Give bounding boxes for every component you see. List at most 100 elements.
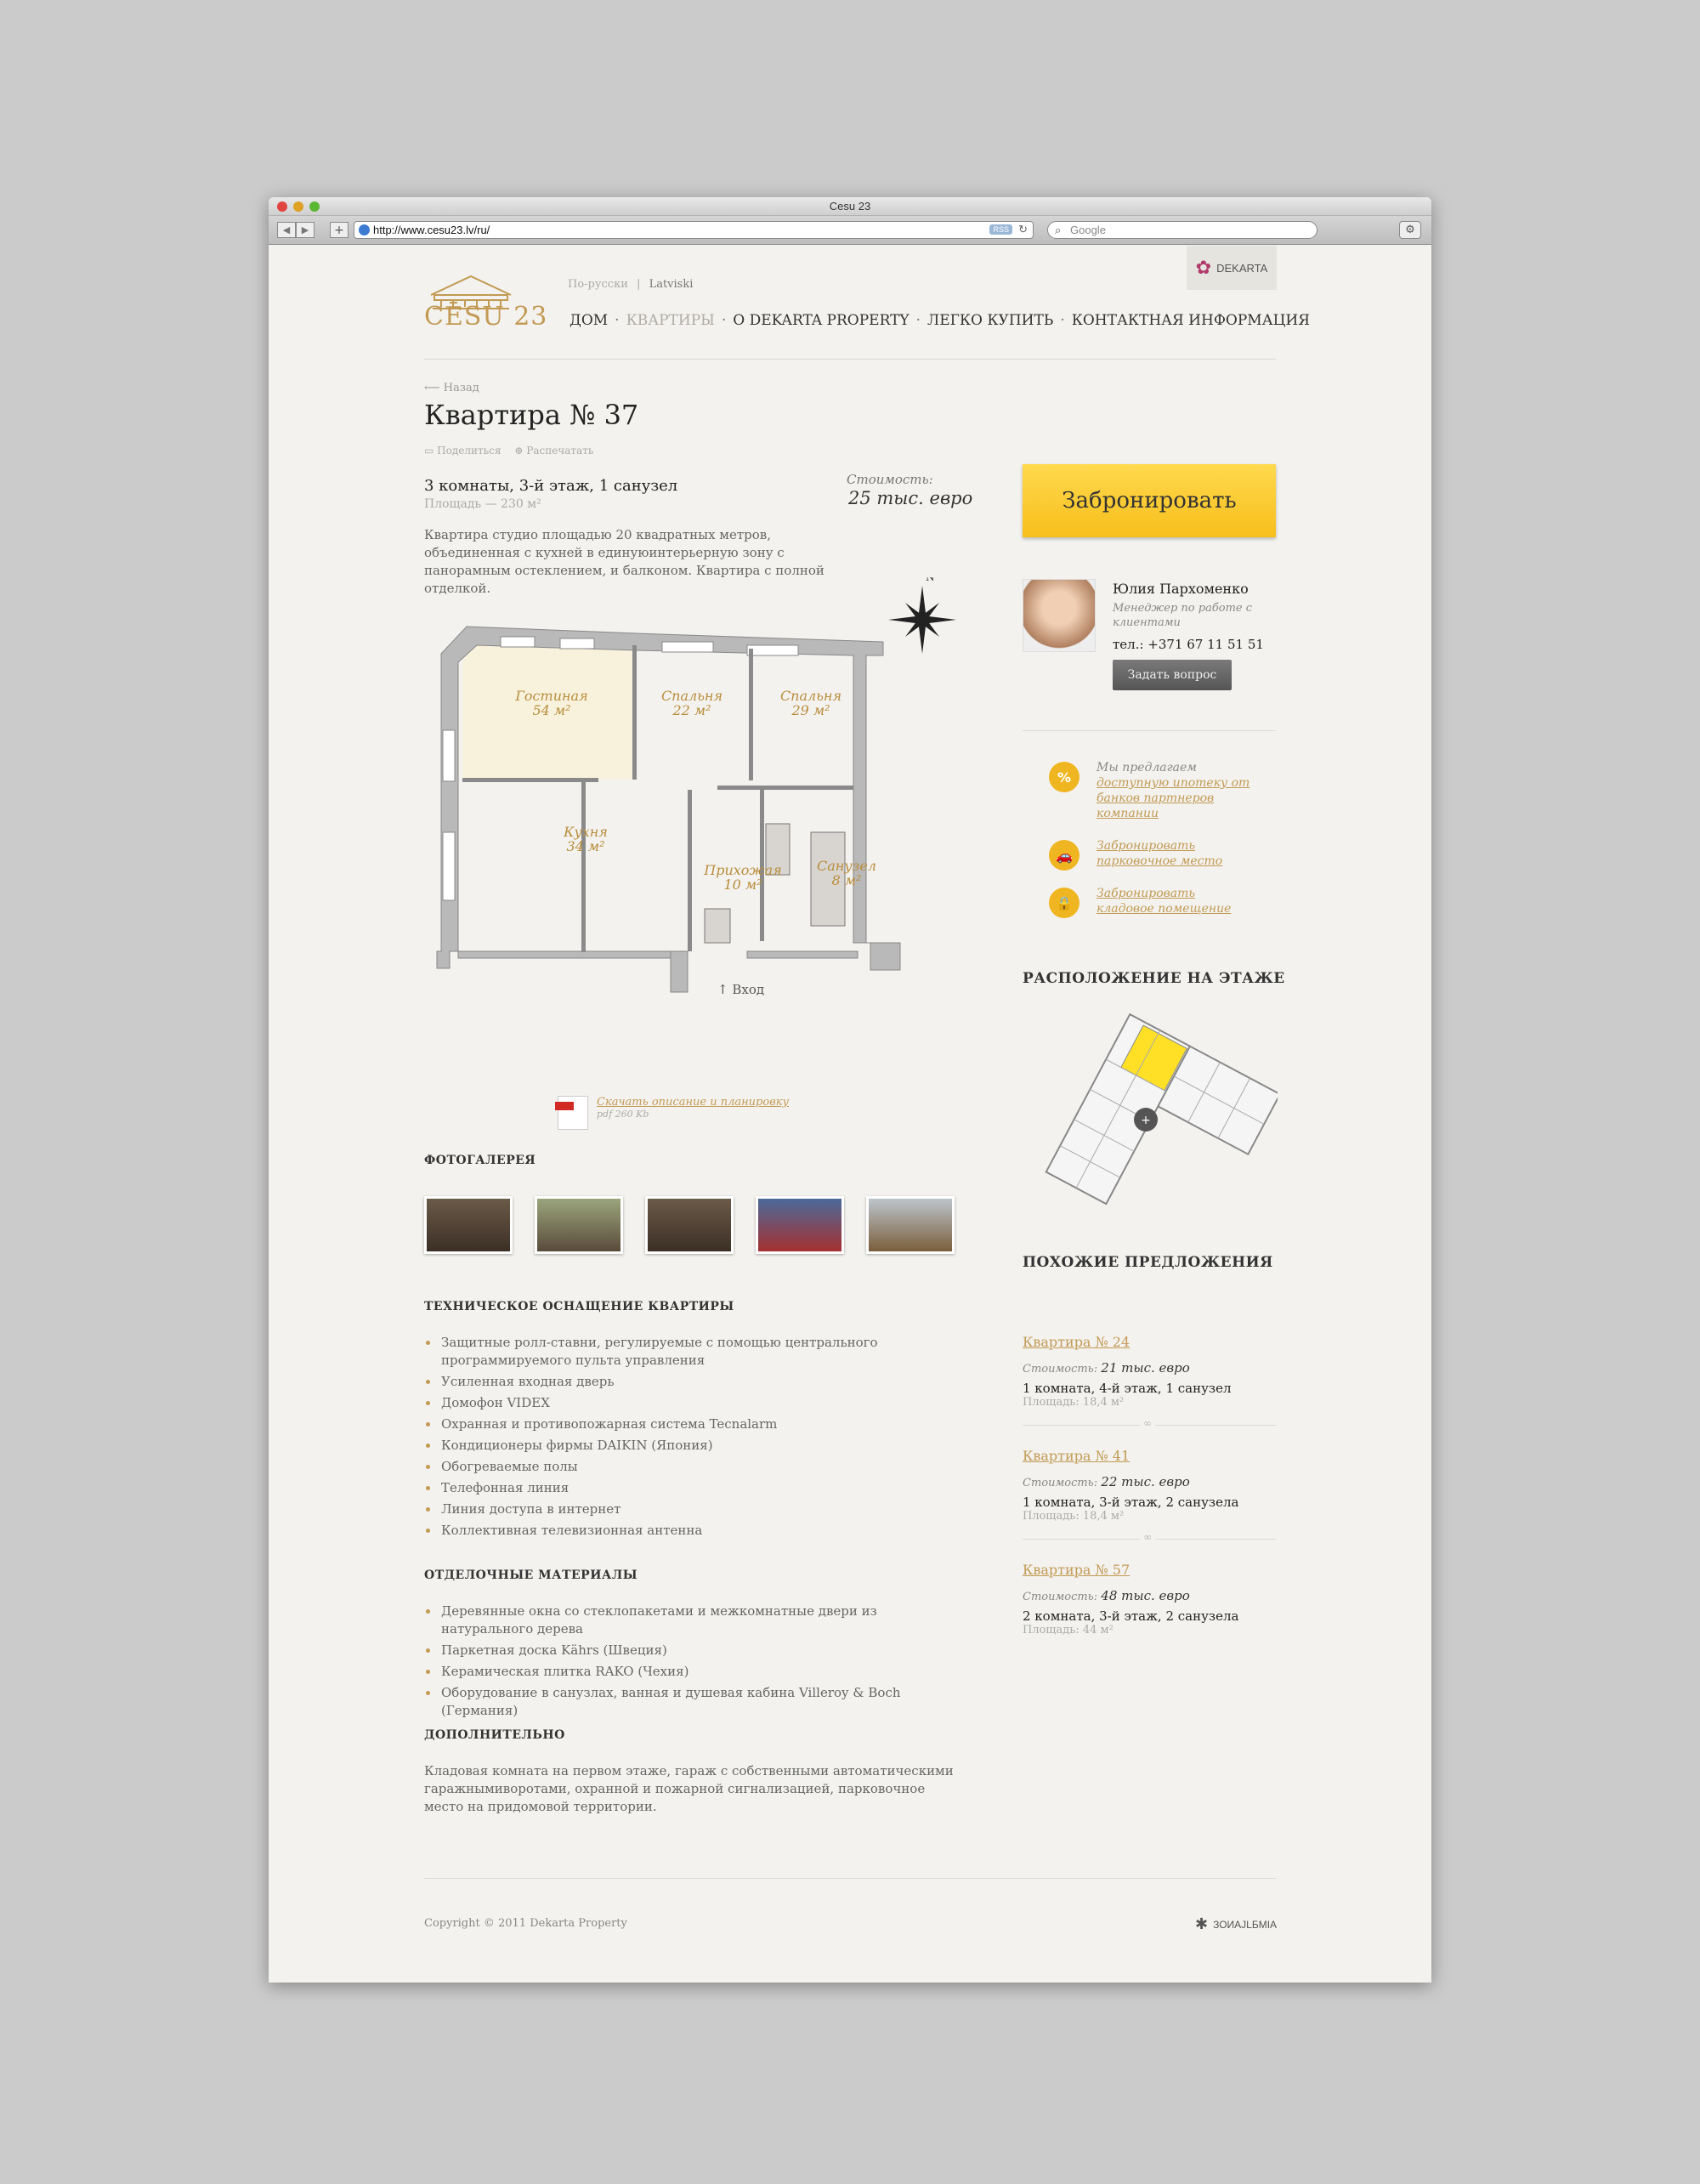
rss-icon[interactable]: RSS: [989, 224, 1012, 235]
developer-credit[interactable]: ✱ ЗОИАJLБМIA: [1195, 1915, 1277, 1933]
similar-item-price: Стоимость: 21 тыс. евро: [1023, 1360, 1190, 1376]
extra-text: Кладовая комната на первом этаже, гараж …: [424, 1763, 954, 1814]
similar-item-area: Площадь: 18,4 м²: [1023, 1396, 1125, 1409]
floor-plan: N Гостиная 54 м² Спальня 22 м² Спальня 2…: [436, 577, 956, 997]
partner-name: DEKARTA: [1216, 261, 1268, 275]
developer-name: ЗОИАJLБМIA: [1213, 1918, 1278, 1931]
gallery-thumb[interactable]: [756, 1196, 844, 1254]
offer-parking: 🚗 Забронировать парковочное место: [1049, 838, 1253, 871]
list-item: Усиленная входная дверь: [424, 1373, 968, 1391]
equipment-title: ТЕХНИЧЕСКОЕ ОСНАЩЕНИЕ КВАРТИРЫ: [424, 1300, 734, 1313]
similar-item-link[interactable]: Квартира № 57: [1023, 1562, 1276, 1578]
price-value: 25 тыс. евро: [848, 488, 973, 508]
forward-arrow-icon[interactable]: ▶: [296, 222, 314, 238]
asterisk-icon: ✱: [1195, 1915, 1209, 1932]
browser-titlebar: Cesu 23: [269, 197, 1431, 216]
list-item: Охранная и противопожарная система Tecna…: [424, 1415, 968, 1433]
list-item: Домофон VIDEX: [424, 1394, 968, 1412]
compass-label: N: [926, 577, 935, 583]
offer-mortgage: % Мы предлагаем доступную ипотеку от бан…: [1049, 760, 1253, 821]
gallery-thumb[interactable]: [535, 1196, 623, 1254]
nav-item-home[interactable]: ДОМ: [570, 312, 608, 329]
nav-item-contacts[interactable]: КОНТАКТНАЯ ИНФОРМАЦИЯ: [1072, 312, 1310, 329]
apartment-specs: 3 комнаты, 3-й этаж, 1 санузел: [424, 477, 678, 495]
pdf-download[interactable]: Скачать описание и планировку pdf 260 Kb: [555, 1096, 789, 1130]
browser-toolbar: ◀ ▶ + http://www.cesu23.lv/ru/ RSS ↻ ⌕ G…: [269, 216, 1431, 245]
nav-item-about[interactable]: О DEKARTA PROPERTY: [733, 312, 909, 329]
avatar: [1023, 579, 1096, 652]
room-bedroom2-size: 29 м²: [790, 702, 830, 718]
back-link[interactable]: ⟵ Назад: [424, 382, 479, 394]
share-link[interactable]: ▭ Поделиться: [424, 445, 501, 457]
room-kitchen-size: 34 м²: [566, 838, 604, 854]
similar-item-area: Площадь: 44 м²: [1023, 1624, 1114, 1637]
flower-icon: ✿: [1195, 257, 1212, 278]
svg-text:+: +: [1141, 1114, 1151, 1127]
pdf-icon: [555, 1096, 588, 1130]
copyright: Copyright © 2011 Dekarta Property: [424, 1917, 627, 1930]
partner-badge[interactable]: ✿ DEKARTA: [1187, 246, 1277, 290]
page-tools: ▭ Поделиться ⊕ Распечатать: [424, 445, 593, 457]
gallery-thumb[interactable]: [424, 1196, 513, 1254]
similar-item: Квартира № 24 Стоимость: 21 тыс. евро 1 …: [1023, 1334, 1276, 1429]
nav-item-easy-buy[interactable]: ЛЕГКО КУПИТЬ: [927, 312, 1053, 329]
url-input[interactable]: http://www.cesu23.lv/ru/ RSS ↻: [354, 221, 1034, 239]
offer-storage: 🔒 Забронировать кладовое помещение: [1049, 886, 1253, 918]
history-buttons: ◀ ▶: [277, 222, 314, 238]
reload-icon[interactable]: ↻: [1018, 223, 1028, 236]
footer-divider: [424, 1878, 1276, 1879]
offer-parking-link[interactable]: Забронировать парковочное место: [1096, 839, 1222, 868]
pdf-size: pdf 260 Kb: [597, 1109, 649, 1120]
similar-item-price: Стоимость: 48 тыс. евро: [1023, 1588, 1190, 1603]
lock-icon: 🔒: [1049, 888, 1080, 918]
similar-item-link[interactable]: Квартира № 41: [1023, 1448, 1276, 1464]
search-icon: ⌕: [1055, 224, 1062, 236]
language-switcher: По-русски | Latviski: [568, 278, 694, 291]
list-item: Защитные ролл-ставни, регулируемые с пом…: [424, 1334, 968, 1370]
logo-text[interactable]: CĒSU 23: [424, 302, 547, 332]
compass-icon: N: [888, 577, 956, 654]
similar-item-link[interactable]: Квартира № 24: [1023, 1334, 1276, 1350]
globe-icon: [359, 224, 370, 235]
list-item: Керамическая плитка RAKO (Чехия): [424, 1663, 968, 1681]
main-nav: ДОМ · КВАРТИРЫ · О DEKARTA PROPERTY · ЛЕГКО…: [570, 312, 1310, 329]
room-bathroom-size: 8 м²: [832, 872, 862, 888]
browser-window: Cesu 23 ◀ ▶ + http://www.cesu23.lv/ru/ R…: [269, 197, 1431, 1983]
lang-lv-link[interactable]: Latviski: [649, 278, 694, 291]
list-item: Оборудование в санузлах, ванная и душева…: [424, 1684, 968, 1720]
price-label: Стоимость:: [847, 472, 933, 487]
book-button[interactable]: Забронировать: [1023, 464, 1276, 537]
divider: [1023, 1531, 1276, 1543]
car-icon: 🚗: [1049, 840, 1080, 871]
gallery-thumb[interactable]: [645, 1196, 734, 1254]
print-link[interactable]: ⊕ Распечатать: [514, 445, 593, 457]
ask-question-button[interactable]: Задать вопрос: [1113, 660, 1232, 690]
room-hall-size: 10 м²: [723, 876, 762, 893]
web-page: CĒSU 23 По-русски | Latviski ✿ DEKARTA Д…: [269, 246, 1431, 1983]
similar-item-specs: 2 комната, 3-й этаж, 2 санузела: [1023, 1608, 1239, 1624]
search-input[interactable]: ⌕ Google: [1047, 221, 1318, 239]
floor-location-map[interactable]: +: [1023, 1011, 1278, 1232]
nav-item-apartments[interactable]: КВАРТИРЫ: [626, 312, 715, 329]
materials-title: ОТДЕЛОЧНЫЕ МАТЕРИАЛЫ: [424, 1569, 638, 1582]
similar-item-price: Стоимость: 22 тыс. евро: [1023, 1474, 1190, 1489]
list-item: Линия доступа в интернет: [424, 1500, 968, 1518]
room-bedroom1-size: 22 м²: [672, 702, 711, 718]
offer-mortgage-link[interactable]: доступную ипотеку от банков партнеров ко…: [1096, 776, 1250, 820]
agent-role: Менеджер по работе с клиентами: [1113, 602, 1253, 629]
header-divider: [424, 359, 1276, 360]
lang-ru-link[interactable]: По-русски: [568, 278, 628, 291]
back-arrow-icon[interactable]: ◀: [277, 222, 296, 238]
gallery-thumb[interactable]: [866, 1196, 955, 1254]
add-bookmark-button[interactable]: +: [330, 222, 348, 238]
divider: [1023, 1417, 1276, 1429]
photo-gallery: [424, 1196, 955, 1254]
gear-icon[interactable]: ⚙: [1399, 221, 1421, 239]
pdf-link[interactable]: Скачать описание и планировку: [597, 1096, 789, 1109]
floor-location-title: РАСПОЛОЖЕНИЕ НА ЭТАЖЕ: [1023, 970, 1285, 987]
equipment-list: Защитные ролл-ставни, регулируемые с пом…: [424, 1334, 968, 1543]
list-item: Деревянные окна со стеклопакетами и межк…: [424, 1603, 968, 1638]
percent-icon: %: [1049, 762, 1080, 792]
offer-storage-link[interactable]: Забронировать кладовое помещение: [1096, 887, 1231, 916]
similar-item-specs: 1 комната, 3-й этаж, 2 санузела: [1023, 1495, 1239, 1510]
